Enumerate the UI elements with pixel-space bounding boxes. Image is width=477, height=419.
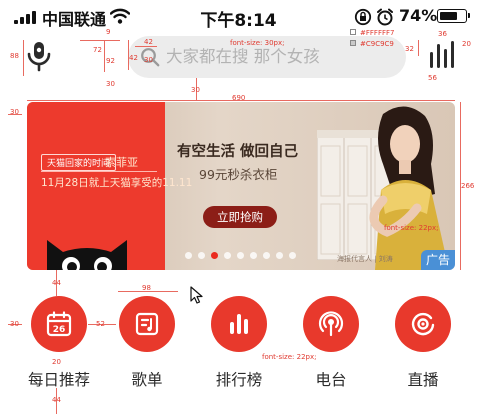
annotation-line xyxy=(196,78,197,100)
color-swatch xyxy=(350,40,356,46)
carousel-dot[interactable] xyxy=(263,252,270,259)
tmall-cat-icon xyxy=(47,240,127,270)
carousel-indicator[interactable] xyxy=(185,252,296,259)
banner-caption: 海报代言人 | 刘涛 xyxy=(337,255,393,263)
entry-live[interactable]: 直播 xyxy=(378,296,468,390)
battery-percent: 74% xyxy=(399,6,438,25)
live-stream-icon xyxy=(411,312,435,336)
annotation-line xyxy=(56,388,57,414)
microphone-icon[interactable] xyxy=(25,40,53,72)
annotation-line xyxy=(27,100,455,101)
model-photo xyxy=(369,106,449,270)
carousel-dot[interactable] xyxy=(289,252,296,259)
annotation-line xyxy=(418,40,419,56)
rotation-lock-icon xyxy=(354,8,372,26)
carousel-dot[interactable] xyxy=(250,252,257,259)
banner-brand-panel: 天猫回家的时间 索菲亚 11月28日就上天猫享受的11.11 xyxy=(27,102,192,270)
battery-icon xyxy=(437,9,470,23)
entry-playlist[interactable]: 歌单 xyxy=(102,296,192,390)
search-bar[interactable] xyxy=(128,36,406,78)
annotation-label: 98 xyxy=(142,284,151,292)
annotation-label: 32 xyxy=(405,45,414,53)
radio-broadcast-icon xyxy=(318,311,344,337)
entry-label: 排行榜 xyxy=(215,371,263,389)
playlist-icon xyxy=(135,312,159,336)
entry-label: 电台 xyxy=(315,371,347,389)
search-input[interactable] xyxy=(166,36,401,78)
carousel-dot-active[interactable] xyxy=(211,252,218,259)
banner-title: 有空生活 做回自己 xyxy=(177,144,299,160)
annotation-line xyxy=(8,114,22,115)
carousel-dot[interactable] xyxy=(185,252,192,259)
annotation-label: 266 xyxy=(461,182,475,190)
banner-subtitle: 99元秒杀衣柜 xyxy=(199,167,278,182)
annotation-line xyxy=(56,270,57,296)
mouse-cursor-icon xyxy=(190,286,203,304)
annotation-label: 20 xyxy=(462,40,471,48)
entry-label: 直播 xyxy=(407,371,439,389)
divider xyxy=(41,171,157,172)
entry-radio[interactable]: 电台 xyxy=(286,296,376,390)
signal-icon xyxy=(14,11,38,24)
promo-banner[interactable]: 天猫回家的时间 索菲亚 11月28日就上天猫享受的11.11 有空生活 做回自己… xyxy=(27,102,455,270)
calendar-icon: 26 xyxy=(46,311,72,337)
ad-badge: 广告 xyxy=(421,250,455,270)
annotation-label: 72 xyxy=(93,46,102,54)
alarm-icon xyxy=(377,8,393,26)
status-bar: 中国联通 下午8:14 74% xyxy=(0,0,477,34)
entry-label: 歌单 xyxy=(131,371,163,389)
annotation-label: 44 xyxy=(52,396,61,404)
annotation-label: 30 xyxy=(191,86,200,94)
annotation-line xyxy=(104,40,105,72)
calendar-day: 26 xyxy=(53,325,66,335)
entry-daily-recommend[interactable]: 26 每日推荐 xyxy=(14,296,104,390)
annotation-label: 92 xyxy=(106,57,115,65)
annotation-line xyxy=(460,102,461,270)
carrier-name: 中国联通 xyxy=(42,10,107,29)
quick-entry-row: 26 每日推荐 歌单 排行榜 电台 直播 xyxy=(0,296,477,390)
annotation-line xyxy=(23,40,24,76)
entry-ranking[interactable]: 排行榜 xyxy=(194,296,284,390)
wifi-icon xyxy=(110,8,130,24)
brand-name: 索菲亚 xyxy=(105,156,138,169)
annotation-label: 44 xyxy=(52,279,61,287)
annotation-label: 30 xyxy=(10,108,19,116)
carousel-dot[interactable] xyxy=(224,252,231,259)
chart-bars-icon xyxy=(230,314,248,334)
annotation-label: 30 xyxy=(106,80,115,88)
entry-label: 每日推荐 xyxy=(27,371,90,389)
carousel-dot[interactable] xyxy=(237,252,244,259)
annotation-line xyxy=(80,40,120,41)
search-icon xyxy=(141,48,160,67)
color-swatch xyxy=(350,29,356,35)
buy-now-button[interactable]: 立即抢购 xyxy=(203,206,277,228)
annotation-label: 56 xyxy=(428,74,437,82)
carousel-dot[interactable] xyxy=(276,252,283,259)
annotation-line xyxy=(118,291,178,292)
annotation-label: 88 xyxy=(10,52,19,60)
carousel-dot[interactable] xyxy=(198,252,205,259)
sound-bars-icon[interactable] xyxy=(426,38,458,70)
annotation-label: 690 xyxy=(232,94,246,102)
brand-date-line: 11月28日就上天猫享受的11.11 xyxy=(41,177,193,189)
